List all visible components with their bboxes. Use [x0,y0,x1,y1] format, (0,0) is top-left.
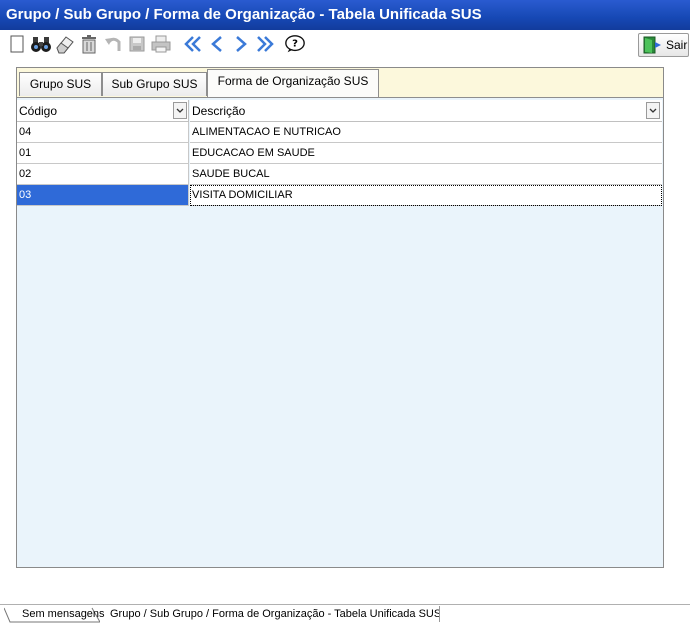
exit-door-icon [643,36,661,54]
chevron-down-icon[interactable] [646,102,660,119]
chevron-down-icon[interactable] [173,102,187,119]
cell-codigo: 03 [17,185,189,206]
status-message: Sem mensagens [22,608,105,620]
undo-icon[interactable] [102,33,124,55]
cell-descricao: EDUCACAO EM SAUDE [190,143,662,164]
tab-grupo-sus[interactable]: Grupo SUS [19,72,102,96]
tab-forma-organizacao-sus[interactable]: Forma de Organização SUS [207,69,379,97]
first-record-icon[interactable] [182,33,204,55]
cell-descricao: VISITA DOMICILIAR [190,185,662,206]
cell-descricao: ALIMENTACAO E NUTRICAO [190,122,662,143]
status-bar: Sem mensagens Grupo / Sub Grupo / Forma … [0,604,690,623]
column-header-descricao[interactable]: Descrição [190,100,662,122]
exit-label: Sair [666,38,688,52]
binoculars-icon[interactable] [30,33,52,55]
table-row[interactable]: 04 ALIMENTACAO E NUTRICAO [17,122,662,143]
trash-icon[interactable] [78,33,100,55]
previous-record-icon[interactable] [206,33,228,55]
cell-codigo: 02 [17,164,189,185]
tab-panel: Grupo SUS Sub Grupo SUS Forma de Organiz… [16,67,664,568]
new-document-icon[interactable] [6,33,28,55]
eraser-icon[interactable] [54,33,76,55]
help-icon[interactable]: ? [284,33,306,55]
tab-sub-grupo-sus[interactable]: Sub Grupo SUS [102,72,207,96]
cell-descricao: SAUDE BUCAL [190,164,662,185]
last-record-icon[interactable] [254,33,276,55]
status-screen-name: Grupo / Sub Grupo / Forma de Organização… [110,606,440,622]
column-header-codigo[interactable]: Código [17,100,189,122]
records-grid: Código Descrição 04 ALIMENTACAO E NUTRIC… [17,97,663,567]
save-disk-icon[interactable] [126,33,148,55]
printer-icon[interactable] [150,33,172,55]
table-row[interactable]: 02 SAUDE BUCAL [17,164,662,185]
next-record-icon[interactable] [230,33,252,55]
svg-text:?: ? [292,39,298,50]
exit-button[interactable]: Sair [638,33,689,57]
table-row-selected[interactable]: 03 VISITA DOMICILIAR [17,185,662,206]
table-row[interactable]: 01 EDUCACAO EM SAUDE [17,143,662,164]
cell-codigo: 04 [17,122,189,143]
toolbar: ? Sair [0,30,690,58]
cell-codigo: 01 [17,143,189,164]
window-title: Grupo / Sub Grupo / Forma de Organização… [0,0,690,30]
